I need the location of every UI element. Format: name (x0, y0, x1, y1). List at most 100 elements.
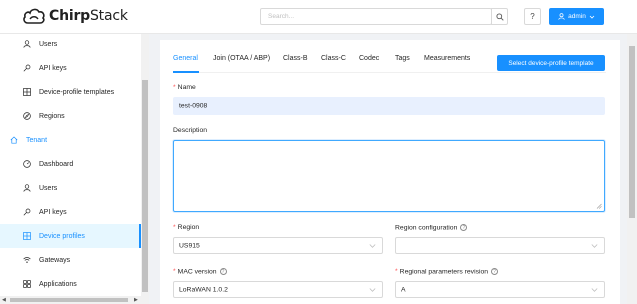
key-icon (22, 63, 32, 73)
tab-class-c[interactable]: Class-C (321, 55, 346, 62)
region-config-label: Region configuration? (395, 224, 468, 232)
sidebar-item-regions[interactable]: Regions (0, 104, 141, 128)
mac-version-value: LoRaWAN 1.0.2 (179, 286, 228, 293)
resize-handle-icon[interactable] (596, 203, 602, 209)
sidebar-item-dashboard[interactable]: Dashboard (0, 152, 141, 176)
tab-tags[interactable]: Tags (395, 55, 410, 62)
user-menu-button[interactable]: admin (549, 8, 604, 25)
tab-class-b[interactable]: Class-B (283, 55, 308, 62)
page-vertical-scrollbar[interactable] (627, 34, 637, 304)
region-config-select[interactable] (395, 237, 605, 254)
question-circle-icon[interactable]: ? (460, 224, 468, 231)
sidebar-group-tenant[interactable]: Tenant (0, 128, 141, 152)
sidebar-item-tenant-users[interactable]: Users (0, 176, 141, 200)
tab-join[interactable]: Join (OTAA / ABP) (213, 55, 270, 62)
sidebar-item-applications[interactable]: Applications (0, 272, 141, 296)
sidebar-item-users[interactable]: Users (0, 34, 141, 56)
sidebar-item-label: Users (39, 40, 58, 48)
chevron-down-icon (589, 15, 595, 19)
required-mark: * (173, 268, 176, 276)
name-input[interactable]: test-0908 (173, 97, 605, 115)
name-label-text: Name (177, 84, 196, 91)
sidebar-item-label: Tenant (26, 136, 48, 144)
sidebar-item-label: API keys (39, 64, 67, 72)
mac-version-label: * MAC version? (173, 268, 227, 275)
region-config-label-text: Region configuration (395, 224, 458, 232)
tab-codec[interactable]: Codec (359, 55, 379, 62)
key-icon (22, 207, 32, 217)
sidebar-item-label: Device profiles (39, 232, 85, 240)
sidebar-item-label: Applications (39, 280, 77, 288)
user-label: admin (568, 13, 586, 20)
sidebar-item-label: Regions (39, 112, 65, 120)
sidebar-item-gateways[interactable]: Gateways (0, 248, 141, 272)
home-icon (9, 135, 19, 145)
search-input[interactable]: Search... (260, 8, 492, 25)
sidebar-item-tenant-api-keys[interactable]: API keys (0, 200, 141, 224)
sidebar-horizontal-scrollbar[interactable]: ◀ ▶ (0, 296, 141, 304)
logo-text-rest: Stack (89, 8, 128, 24)
user-icon (22, 183, 32, 193)
question-circle-icon[interactable]: ? (491, 268, 499, 275)
tab-general[interactable]: General (173, 55, 198, 62)
region-label-text: Region (177, 224, 200, 231)
required-mark: * (395, 268, 398, 276)
cloud-logo-icon (23, 8, 45, 24)
scrollbar-thumb[interactable] (142, 80, 148, 292)
sidebar-vertical-scrollbar[interactable] (141, 34, 149, 304)
search-button[interactable] (491, 8, 508, 25)
chevron-down-icon (369, 287, 376, 292)
region-value: US915 (179, 242, 200, 249)
scroll-left-arrow-icon[interactable]: ◀ (2, 297, 6, 303)
scrollbar-thumb[interactable] (10, 298, 128, 302)
name-value: test-0908 (179, 102, 208, 110)
search-icon (495, 12, 504, 21)
region-label: * Region (173, 224, 199, 231)
chevron-down-icon (591, 287, 598, 292)
search-placeholder: Search... (268, 13, 295, 20)
regional-params-select[interactable]: A (395, 281, 605, 298)
compass-icon (22, 111, 32, 121)
user-icon (558, 13, 565, 20)
grid-icon (22, 87, 32, 97)
required-mark: * (173, 84, 176, 91)
chevron-down-icon (369, 243, 376, 248)
chevron-down-icon (591, 243, 598, 248)
regional-params-label: * Regional parameters revision? (395, 268, 499, 276)
sidebar-item-label: Dashboard (39, 160, 74, 168)
scrollbar-thumb[interactable] (629, 46, 635, 218)
regional-params-value: A (401, 286, 406, 293)
sidebar-item-label: API keys (39, 208, 67, 216)
appstore-icon (22, 279, 32, 289)
wifi-icon (22, 255, 32, 265)
chirpstack-logo[interactable]: ChirpStack (22, 7, 128, 25)
mac-version-label-text: MAC version (177, 268, 217, 276)
question-circle-icon[interactable]: ? (219, 268, 227, 275)
user-icon (22, 39, 32, 49)
help-label: ? (530, 12, 535, 21)
help-button[interactable]: ? (524, 8, 541, 25)
sidebar-item-device-profiles[interactable]: Device profiles (0, 224, 141, 248)
required-mark: * (173, 224, 176, 231)
dashboard-icon (22, 159, 32, 169)
mac-version-select[interactable]: LoRaWAN 1.0.2 (173, 281, 383, 298)
region-select[interactable]: US915 (173, 237, 383, 254)
regional-params-label-text: Regional parameters revision (399, 268, 489, 276)
grid-icon (22, 231, 32, 241)
tab-active-indicator (173, 71, 199, 73)
description-label: Description (173, 127, 207, 134)
sidebar-item-api-keys[interactable]: API keys (0, 56, 141, 80)
sidebar: Users API keys Device-profile templates … (0, 34, 149, 304)
name-label: * Name (173, 84, 196, 91)
logo-text-bold: Chirp (49, 8, 90, 24)
description-textarea[interactable] (173, 140, 605, 212)
sidebar-item-label: Users (39, 184, 58, 192)
tab-divider (173, 72, 606, 73)
tab-measurements[interactable]: Measurements (424, 55, 470, 62)
top-header: ChirpStack Search... ? admin (0, 0, 637, 34)
scroll-right-arrow-icon[interactable]: ▶ (134, 297, 138, 303)
sidebar-item-label: Gateways (39, 256, 71, 264)
sidebar-item-label: Device-profile templates (39, 88, 115, 96)
sidebar-item-device-profile-templates[interactable]: Device-profile templates (0, 80, 141, 104)
select-template-button[interactable]: Select device-profile template (497, 55, 605, 71)
